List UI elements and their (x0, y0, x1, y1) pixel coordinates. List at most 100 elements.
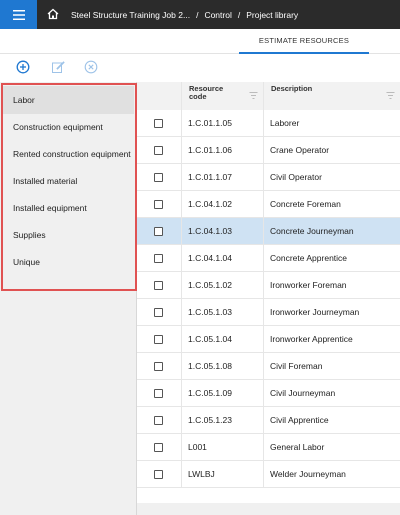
breadcrumb-separator: / (237, 9, 241, 20)
column-header-description[interactable]: Description (271, 85, 351, 93)
menu-button[interactable] (0, 0, 37, 29)
column-divider (181, 434, 182, 460)
column-divider (263, 164, 264, 190)
hamburger-icon (12, 9, 25, 20)
row-checkbox[interactable] (154, 362, 163, 371)
filter-icon[interactable] (249, 91, 258, 100)
description-cell: Civil Foreman (270, 361, 323, 371)
column-divider (263, 299, 264, 325)
description-cell: Concrete Foreman (270, 199, 341, 209)
resource-code-cell: 1.C.05.1.08 (188, 361, 232, 371)
column-divider (181, 353, 182, 379)
table-row[interactable]: 1.C.05.1.02 Ironworker Foreman (137, 272, 400, 299)
table-row[interactable]: 1.C.05.1.08 Civil Foreman (137, 353, 400, 380)
description-cell: Civil Operator (270, 172, 322, 182)
row-checkbox[interactable] (154, 119, 163, 128)
tab-bar: ESTIMATE RESOURCES (0, 29, 400, 54)
column-divider (263, 353, 264, 379)
table-row[interactable]: LWLBJ Welder Journeyman (137, 461, 400, 488)
column-divider (181, 82, 182, 111)
column-divider (263, 191, 264, 217)
column-divider (181, 110, 182, 136)
resource-code-cell: 1.C.05.1.02 (188, 280, 232, 290)
breadcrumb-item-project-library[interactable]: Project library (246, 10, 298, 20)
row-checkbox[interactable] (154, 173, 163, 182)
breadcrumb: Steel Structure Training Job 2... / Cont… (71, 0, 298, 29)
table-row[interactable]: 1.C.05.1.09 Civil Journeyman (137, 380, 400, 407)
column-divider (263, 245, 264, 271)
column-divider (263, 272, 264, 298)
table-row[interactable]: 1.C.04.1.04 Concrete Apprentice (137, 245, 400, 272)
column-divider (181, 218, 182, 244)
column-divider (181, 164, 182, 190)
row-checkbox[interactable] (154, 443, 163, 452)
resource-code-cell: L001 (188, 442, 207, 452)
row-checkbox[interactable] (154, 200, 163, 209)
table-row[interactable]: L001 General Labor (137, 434, 400, 461)
table-row[interactable]: 1.C.01.1.06 Crane Operator (137, 137, 400, 164)
resource-code-cell: 1.C.01.1.05 (188, 118, 232, 128)
description-cell: Ironworker Apprentice (270, 334, 353, 344)
resource-code-cell: 1.C.05.1.03 (188, 307, 232, 317)
home-icon[interactable] (46, 7, 60, 21)
resource-code-cell: 1.C.05.1.23 (188, 415, 232, 425)
row-checkbox[interactable] (154, 416, 163, 425)
row-checkbox[interactable] (154, 227, 163, 236)
column-divider (263, 218, 264, 244)
table-row[interactable]: 1.C.05.1.04 Ironworker Apprentice (137, 326, 400, 353)
resource-code-cell: 1.C.05.1.09 (188, 388, 232, 398)
row-checkbox[interactable] (154, 254, 163, 263)
description-cell: Ironworker Foreman (270, 280, 347, 290)
column-divider (263, 137, 264, 163)
table-header: Resource code Description (137, 82, 400, 112)
table-row[interactable]: 1.C.01.1.05 Laborer (137, 110, 400, 137)
column-divider (181, 299, 182, 325)
breadcrumb-item-job[interactable]: Steel Structure Training Job 2... (71, 10, 190, 20)
description-cell: Civil Journeyman (270, 388, 336, 398)
row-checkbox[interactable] (154, 389, 163, 398)
row-checkbox[interactable] (154, 308, 163, 317)
description-cell: Crane Operator (270, 145, 330, 155)
resource-code-cell: 1.C.04.1.03 (188, 226, 232, 236)
add-icon[interactable] (16, 60, 30, 74)
column-divider (181, 245, 182, 271)
row-checkbox[interactable] (154, 281, 163, 290)
table-row[interactable]: 1.C.05.1.23 Civil Apprentice (137, 407, 400, 434)
column-divider (181, 191, 182, 217)
tab-estimate-resources[interactable]: ESTIMATE RESOURCES (239, 29, 369, 54)
resource-code-cell: 1.C.04.1.04 (188, 253, 232, 263)
column-divider (263, 461, 264, 487)
table-row[interactable]: 1.C.05.1.03 Ironworker Journeyman (137, 299, 400, 326)
description-cell: General Labor (270, 442, 325, 452)
description-cell: Concrete Apprentice (270, 253, 348, 263)
horizontal-scrollbar[interactable] (137, 503, 400, 515)
row-checkbox[interactable] (154, 335, 163, 344)
row-checkbox[interactable] (154, 470, 163, 479)
top-bar: Steel Structure Training Job 2... / Cont… (0, 0, 400, 29)
resource-table: Resource code Description 1.C.01.1.05 La… (137, 82, 400, 515)
delete-icon[interactable] (84, 60, 98, 74)
column-header-resource-code[interactable]: Resource code (189, 85, 234, 101)
table-row[interactable]: 1.C.01.1.07 Civil Operator (137, 164, 400, 191)
filter-icon[interactable] (386, 91, 395, 100)
resource-code-cell: 1.C.01.1.06 (188, 145, 232, 155)
description-cell: Ironworker Journeyman (270, 307, 360, 317)
column-divider (263, 326, 264, 352)
row-checkbox[interactable] (154, 146, 163, 155)
toolbar (0, 55, 400, 79)
column-divider (263, 110, 264, 136)
table-row-selected[interactable]: 1.C.04.1.03 Concrete Journeyman (137, 218, 400, 245)
column-divider (181, 326, 182, 352)
table-row[interactable]: 1.C.04.1.02 Concrete Foreman (137, 191, 400, 218)
edit-icon[interactable] (51, 60, 65, 74)
column-divider (263, 380, 264, 406)
description-cell: Concrete Journeyman (270, 226, 354, 236)
resource-code-cell: 1.C.01.1.07 (188, 172, 232, 182)
column-divider (181, 461, 182, 487)
column-divider (181, 380, 182, 406)
column-divider (181, 137, 182, 163)
column-divider (181, 407, 182, 433)
description-cell: Welder Journeyman (270, 469, 346, 479)
resource-code-cell: LWLBJ (188, 469, 215, 479)
breadcrumb-item-control[interactable]: Control (204, 10, 231, 20)
